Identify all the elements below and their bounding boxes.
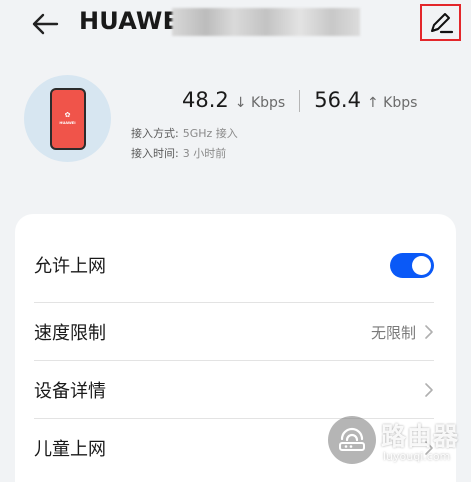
upload-speed-unit: ↑ Kbps xyxy=(366,95,418,111)
back-arrow-icon xyxy=(32,13,59,35)
chevron-right-icon xyxy=(425,383,433,397)
huawei-logo-icon: ✿ xyxy=(64,111,71,119)
device-avatar: ✿ HUAWEI xyxy=(24,75,111,162)
device-details-row[interactable]: 设备详情 xyxy=(34,361,434,419)
access-mode-line: 接入方式: 5GHz 接入 xyxy=(131,125,238,141)
chevron-right-icon xyxy=(425,325,433,339)
allow-internet-toggle[interactable] xyxy=(390,252,434,278)
speed-divider xyxy=(299,90,301,112)
watermark-text: 路由器 xyxy=(381,422,460,451)
speed-limit-value: 无限制 xyxy=(370,323,416,342)
child-internet-label: 儿童上网 xyxy=(34,439,106,460)
toggle-knob xyxy=(412,255,431,275)
access-time-label: 接入时间: xyxy=(131,147,179,160)
download-speed-unit: ↓ Kbps xyxy=(234,95,286,111)
phone-brand-label: HUAWEI xyxy=(59,121,76,125)
allow-internet-label: 允许上网 xyxy=(34,256,106,277)
speed-limit-row[interactable]: 速度限制 无限制 xyxy=(34,303,434,361)
router-logo-icon xyxy=(328,416,376,464)
download-speed-value: 48.2 xyxy=(182,88,229,112)
speed-stats: 48.2 ↓ Kbps 56.4 ↑ Kbps xyxy=(182,88,417,114)
site-watermark: 路由器 luyouqi.com xyxy=(326,414,466,474)
pencil-icon xyxy=(430,12,453,33)
watermark-url: luyouqi.com xyxy=(383,450,451,463)
access-time-line: 接入时间: 3 小时前 xyxy=(131,145,226,161)
access-time-value: 3 小时前 xyxy=(182,147,227,160)
device-name-redacted xyxy=(172,8,360,36)
access-mode-value: 5GHz 接入 xyxy=(182,127,238,140)
edit-button[interactable] xyxy=(420,4,461,41)
upload-speed-value: 56.4 xyxy=(314,88,361,112)
access-mode-label: 接入方式: xyxy=(131,127,179,140)
app-header: HUAWEI xyxy=(0,0,471,48)
device-details-label: 设备详情 xyxy=(34,381,106,402)
back-button[interactable] xyxy=(28,10,62,38)
allow-internet-row: 允许上网 xyxy=(34,236,434,294)
phone-screen: ✿ HUAWEI xyxy=(51,89,84,148)
phone-image: ✿ HUAWEI xyxy=(49,87,86,150)
speed-limit-label: 速度限制 xyxy=(34,323,106,344)
